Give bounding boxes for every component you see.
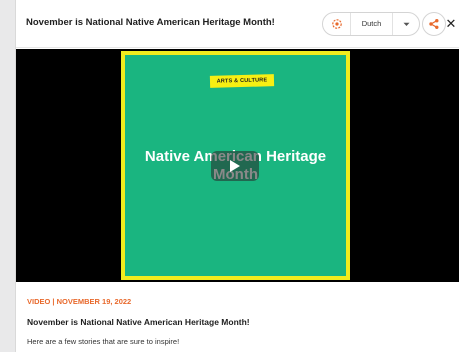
translate-control: Dutch — [322, 12, 420, 36]
language-dropdown-button[interactable] — [393, 13, 419, 35]
share-icon — [429, 19, 439, 29]
category-tag: ARTS & CULTURE — [209, 74, 275, 88]
story-panel: November is National Native American Her… — [15, 0, 459, 352]
translate-icon — [331, 19, 342, 29]
story-description: Here are a few stories that are sure to … — [27, 337, 180, 346]
translate-button[interactable] — [323, 13, 351, 35]
close-icon: ✕ — [445, 16, 457, 32]
story-meta: VIDEO | NOVEMBER 19, 2022 — [27, 297, 132, 306]
share-button[interactable] — [422, 12, 446, 36]
video-player[interactable]: ARTS & CULTURE Native American Heritage … — [16, 49, 459, 282]
story-title: November is National Native American Her… — [27, 317, 250, 327]
chevron-down-icon — [403, 22, 409, 26]
page-title: November is National Native American Her… — [26, 17, 275, 28]
panel-header: November is National Native American Her… — [16, 0, 459, 48]
close-button[interactable]: ✕ — [444, 15, 458, 33]
play-icon — [230, 160, 240, 172]
language-select[interactable]: Dutch — [351, 13, 393, 35]
play-button[interactable] — [211, 151, 259, 181]
